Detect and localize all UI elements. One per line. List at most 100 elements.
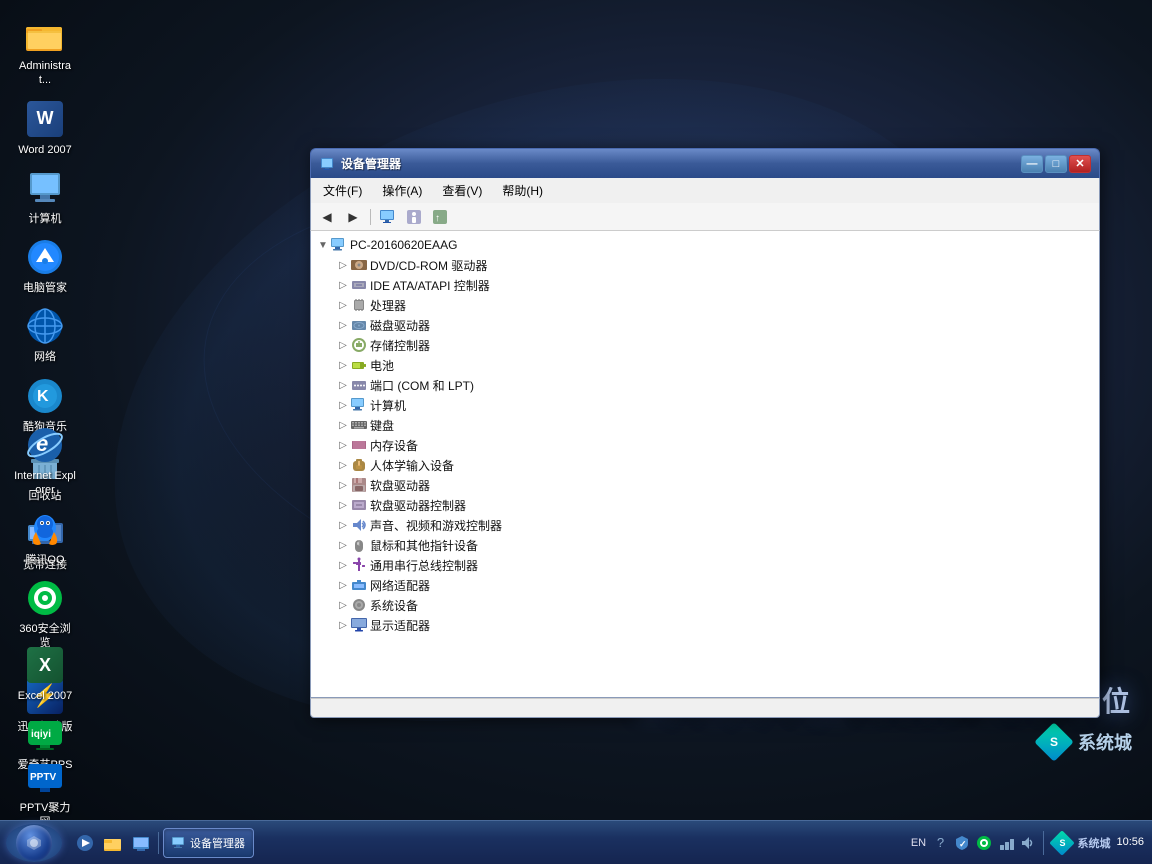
cpu-expand[interactable]: ▷	[335, 297, 351, 313]
menu-file[interactable]: 文件(F)	[315, 180, 370, 201]
tree-item-memory[interactable]: ▷ 内存设备	[315, 435, 1095, 455]
desktop-icon-excel[interactable]: X Excel 2007	[10, 640, 80, 707]
dvd-expand[interactable]: ▷	[335, 257, 351, 273]
network-icon	[24, 305, 66, 347]
ide-expand[interactable]: ▷	[335, 277, 351, 293]
tree-item-storage[interactable]: ▷ 存储控制器	[315, 335, 1095, 355]
pc-icon	[351, 397, 367, 413]
menu-action[interactable]: 操作(A)	[374, 180, 430, 201]
system-expand[interactable]: ▷	[335, 597, 351, 613]
window-titlebar[interactable]: 设备管理器 — □ ✕	[310, 148, 1100, 178]
svg-text:iqiyi: iqiyi	[31, 729, 51, 740]
taskbar-device-manager[interactable]: 设备管理器	[163, 828, 254, 858]
tree-item-system[interactable]: ▷ 系统设备	[315, 595, 1095, 615]
tree-item-dvd[interactable]: ▷ DVD/CD-ROM 驱动器	[315, 255, 1095, 275]
minimize-button[interactable]: —	[1021, 155, 1043, 173]
back-button[interactable]: ◀	[315, 206, 339, 228]
menu-view[interactable]: 查看(V)	[434, 180, 490, 201]
clock[interactable]: 10:56	[1116, 835, 1144, 850]
tree-root[interactable]: ▼ PC-20160620EAAG	[315, 235, 1095, 255]
network-expand[interactable]: ▷	[335, 577, 351, 593]
tree-item-sound[interactable]: ▷ 声音、视频和游戏控制器	[315, 515, 1095, 535]
folder-icon	[24, 14, 66, 56]
svg-text:↑: ↑	[435, 213, 440, 224]
tree-item-mouse[interactable]: ▷ 鼠标和其他指针设备	[315, 535, 1095, 555]
keyboard-expand[interactable]: ▷	[335, 417, 351, 433]
show-device-button[interactable]	[376, 206, 400, 228]
computer-icon	[24, 167, 66, 209]
disk-expand[interactable]: ▷	[335, 317, 351, 333]
desktop-icon-ie[interactable]: e Internet Explorer	[10, 420, 80, 502]
close-button[interactable]: ✕	[1069, 155, 1091, 173]
tree-item-floppy-ctrl[interactable]: ▷ 软盘驱动器控制器	[315, 495, 1095, 515]
cpu-icon	[351, 297, 367, 313]
desktop-icon-qq[interactable]: 腾讯QQ	[10, 504, 80, 571]
display-expand[interactable]: ▷	[335, 617, 351, 633]
menu-help[interactable]: 帮助(H)	[494, 180, 551, 201]
properties-button[interactable]	[402, 206, 426, 228]
mouse-expand[interactable]: ▷	[335, 537, 351, 553]
network-tray-icon[interactable]	[997, 834, 1015, 852]
360-tray-icon[interactable]	[975, 834, 993, 852]
tree-item-hid[interactable]: ▷ 人体学输入设备	[315, 455, 1095, 475]
tree-item-floppy[interactable]: ▷ 软盘驱动器	[315, 475, 1095, 495]
tree-item-cpu[interactable]: ▷ 处理器	[315, 295, 1095, 315]
tree-item-ide[interactable]: ▷ IDE ATA/ATAPI 控制器	[315, 275, 1095, 295]
ql-file-manager[interactable]	[102, 832, 124, 854]
ide-label: IDE ATA/ATAPI 控制器	[370, 277, 490, 294]
keyboard-label: 键盘	[370, 417, 394, 434]
pc-expand[interactable]: ▷	[335, 397, 351, 413]
volume-icon[interactable]	[1019, 834, 1037, 852]
tree-item-keyboard[interactable]: ▷	[315, 415, 1095, 435]
network-adapter-icon	[351, 577, 367, 593]
update-driver-button[interactable]: ↑	[428, 206, 452, 228]
help-icon[interactable]: ?	[931, 834, 949, 852]
usb-expand[interactable]: ▷	[335, 557, 351, 573]
floppy-expand[interactable]: ▷	[335, 477, 351, 493]
start-button[interactable]	[6, 824, 62, 862]
ql-media[interactable]	[130, 832, 152, 854]
maximize-button[interactable]: □	[1045, 155, 1067, 173]
ie-icon: e	[24, 424, 66, 466]
quick-launch	[68, 832, 159, 854]
display-label: 显示适配器	[370, 617, 430, 634]
storage-label: 存储控制器	[370, 337, 430, 354]
security-icon[interactable]: ✓	[953, 834, 971, 852]
usb-label: 通用串行总线控制器	[370, 557, 478, 574]
forward-button[interactable]: ▶	[341, 206, 365, 228]
pptv-icon: PPTV	[24, 756, 66, 798]
desktop-icon-computer[interactable]: 计算机	[10, 163, 80, 230]
tree-item-battery[interactable]: ▷ 电池	[315, 355, 1095, 375]
port-expand[interactable]: ▷	[335, 377, 351, 393]
hid-expand[interactable]: ▷	[335, 457, 351, 473]
sound-expand[interactable]: ▷	[335, 517, 351, 533]
desktop-icon-administrator[interactable]: Administrat...	[10, 10, 80, 92]
ql-media-player[interactable]	[74, 832, 96, 854]
floppy-ctrl-expand[interactable]: ▷	[335, 497, 351, 513]
tree-item-display[interactable]: ▷ 显示适配器	[315, 615, 1095, 635]
word-icon: W	[24, 98, 66, 140]
lang-icon[interactable]: EN	[909, 834, 927, 852]
desktop-icon-network[interactable]: 网络	[10, 301, 80, 368]
tree-item-disk[interactable]: ▷ 磁盘驱动器	[315, 315, 1095, 335]
battery-expand[interactable]: ▷	[335, 357, 351, 373]
tree-item-network[interactable]: ▷ 网络适配器	[315, 575, 1095, 595]
tree-item-pc[interactable]: ▷ 计算机	[315, 395, 1095, 415]
root-expand[interactable]: ▼	[315, 237, 331, 253]
desktop-icon-diannaogj[interactable]: 电脑管家	[10, 232, 80, 299]
tree-item-usb[interactable]: ▷ 通用串行总线控制器	[315, 555, 1095, 575]
tree-item-port[interactable]: ▷ 端口 (COM 和 LPT)	[315, 375, 1095, 395]
desktop-icon-word2007[interactable]: W Word 2007	[10, 94, 80, 161]
hid-icon	[351, 457, 367, 473]
dvd-label: DVD/CD-ROM 驱动器	[370, 257, 487, 274]
taskbar: 设备管理器 EN ? ✓	[0, 820, 1152, 864]
storage-expand[interactable]: ▷	[335, 337, 351, 353]
diannaogj-label: 电脑管家	[23, 281, 67, 295]
device-tree[interactable]: ▼ PC-20160620EAAG ▷	[310, 231, 1100, 698]
floppy-ctrl-label: 软盘驱动器控制器	[370, 497, 466, 514]
taskbar-right: EN ? ✓	[909, 831, 1152, 855]
desktop-icon-pptv[interactable]: PPTV PPTV聚力 网络电视	[10, 752, 80, 820]
toolbar: ◀ ▶ ↑	[310, 203, 1100, 231]
svg-text:PPTV: PPTV	[30, 772, 56, 783]
memory-expand[interactable]: ▷	[335, 437, 351, 453]
